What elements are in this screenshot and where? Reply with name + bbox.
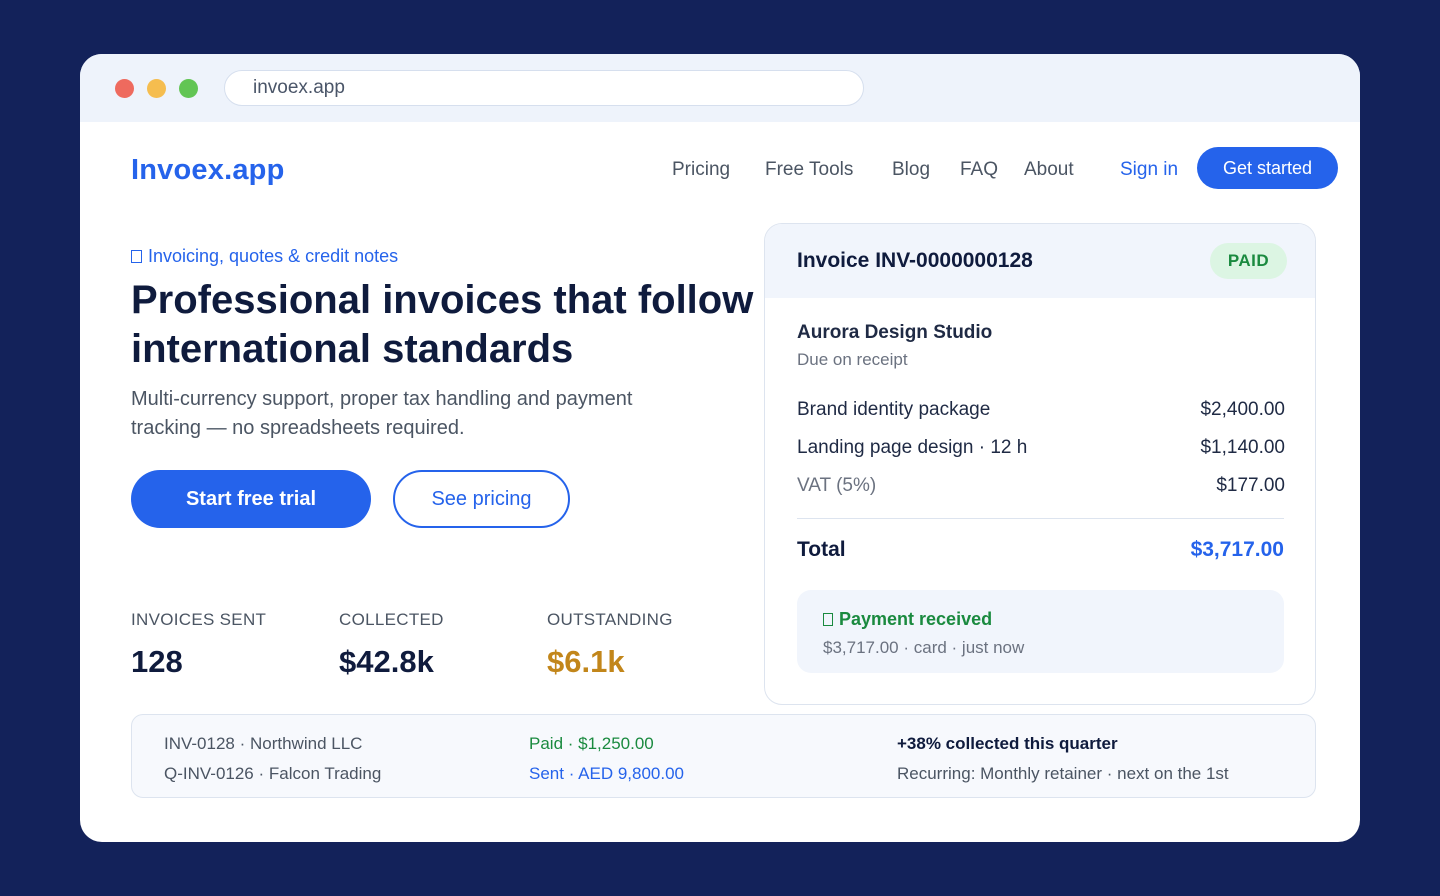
hero-subtitle: Multi-currency support, proper tax handl… (131, 388, 633, 439)
hero-eyebrow: Invoicing, quotes & credit notes (131, 246, 398, 267)
activity-recurring: Recurring: Monthly retainer · next on th… (897, 764, 1229, 783)
invoice-terms: Due on receipt (797, 350, 908, 369)
activity-invoice: INV-0128 · Northwind LLC (164, 734, 363, 753)
minimize-window-button[interactable] (147, 79, 166, 98)
line-item-amount: $177.00 (1216, 475, 1285, 496)
activity-strip: INV-0128 · Northwind LLC Q-INV-0126 · Fa… (131, 714, 1316, 798)
get-started-button[interactable]: Get started (1197, 147, 1338, 189)
invoice-line-item: VAT (5%) $177.00 (797, 475, 1285, 497)
payment-detail: $3,717.00 · card · just now (823, 638, 1025, 657)
nav-link-pricing[interactable]: Pricing (672, 159, 730, 181)
nav-link-about[interactable]: About (1024, 159, 1074, 181)
invoice-line-item: Landing page design · 12 h $1,140.00 (797, 437, 1285, 459)
invoice-preview-card: Invoice INV-0000000128 PAID Aurora Desig… (764, 223, 1316, 705)
stat-label: COLLECTED (339, 610, 444, 629)
payment-title-text: Payment received (839, 609, 993, 629)
start-free-trial-button[interactable]: Start free trial (131, 470, 371, 528)
stat-value: $42.8k (339, 644, 434, 679)
line-item-amount: $2,400.00 (1200, 399, 1285, 420)
stat-value: 128 (131, 644, 183, 679)
address-bar[interactable]: invoex.app (224, 70, 864, 106)
activity-invoice: Q-INV-0126 · Falcon Trading (164, 764, 382, 783)
divider (797, 518, 1284, 519)
activity-status: Sent · AED 9,800.00 (529, 764, 684, 783)
stat-value: $6.1k (547, 644, 625, 679)
browser-chrome: invoex.app (80, 54, 1360, 122)
line-item-description: VAT (5%) (797, 475, 877, 496)
maximize-window-button[interactable] (179, 79, 198, 98)
activity-insight: +38% collected this quarter (897, 734, 1118, 753)
stat-label: OUTSTANDING (547, 610, 673, 629)
line-item-description: Brand identity package (797, 399, 991, 420)
stat-collected: COLLECTED $42.8k (339, 610, 444, 680)
line-item-description: Landing page design · 12 h (797, 437, 1028, 458)
nav-link-blog[interactable]: Blog (892, 159, 930, 181)
nav-link-free-tools[interactable]: Free Tools (765, 159, 853, 181)
stat-label: INVOICES SENT (131, 610, 267, 629)
close-window-button[interactable] (115, 79, 134, 98)
invoice-total-label: Total (797, 538, 846, 561)
browser-window: invoex.app Invoex.app Pricing Free Tools… (80, 54, 1360, 842)
invoice-client-name: Aurora Design Studio (797, 322, 993, 343)
payment-received-panel: Payment received $3,717.00 · card · just… (797, 590, 1284, 673)
check-icon (823, 613, 833, 626)
invoice-title: Invoice INV-0000000128 (797, 249, 1033, 272)
hero-title: Professional invoices that follow intern… (131, 278, 754, 371)
invoice-total-value: $3,717.00 (1190, 538, 1284, 561)
stat-outstanding: OUTSTANDING $6.1k (547, 610, 673, 680)
status-badge: PAID (1210, 243, 1287, 279)
see-pricing-button[interactable]: See pricing (393, 470, 570, 528)
hero-eyebrow-text: Invoicing, quotes & credit notes (148, 246, 399, 266)
invoice-header: Invoice INV-0000000128 PAID (765, 224, 1315, 298)
invoice-line-item: Brand identity package $2,400.00 (797, 399, 1285, 421)
stat-invoices-sent: INVOICES SENT 128 (131, 610, 266, 680)
activity-status: Paid · $1,250.00 (529, 734, 654, 753)
site-logo[interactable]: Invoex.app (131, 154, 285, 187)
nav-link-faq[interactable]: FAQ (960, 159, 998, 181)
sign-in-link[interactable]: Sign in (1120, 159, 1178, 181)
line-item-amount: $1,140.00 (1200, 437, 1285, 458)
document-icon (131, 250, 142, 263)
payment-title: Payment received (823, 609, 992, 630)
